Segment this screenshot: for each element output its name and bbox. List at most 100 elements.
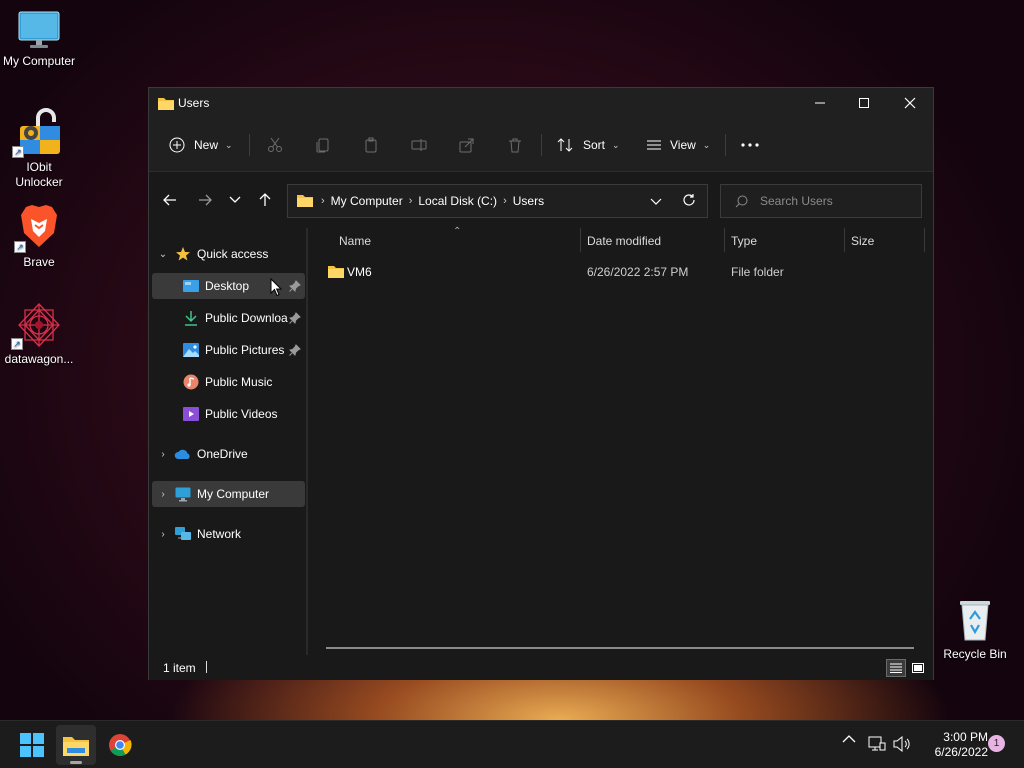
column-label: Name	[339, 234, 372, 248]
clock-date: 6/26/2022	[934, 745, 988, 759]
desktop-icon-label: IObit Unlocker	[15, 160, 63, 189]
navigation-bar: › My Computer › Local Disk (C:) › Users …	[149, 172, 933, 228]
address-history-dropdown[interactable]	[650, 195, 662, 209]
chevron-right-icon: ›	[408, 195, 413, 207]
search-box[interactable]: Search Users	[720, 184, 922, 218]
plus-circle-icon	[169, 137, 185, 153]
new-button[interactable]: New ⌄	[169, 131, 233, 159]
forward-button[interactable]	[193, 188, 217, 212]
breadcrumb-my-computer[interactable]: My Computer	[331, 194, 403, 208]
close-button[interactable]	[887, 88, 933, 118]
start-button[interactable]	[12, 725, 52, 765]
chevron-right-icon[interactable]: ›	[152, 489, 174, 500]
share-button[interactable]	[459, 131, 475, 159]
column-divider[interactable]	[844, 228, 845, 252]
mouse-cursor-icon	[270, 278, 282, 297]
datawagon-icon: ↗	[11, 302, 63, 350]
cloud-icon	[174, 446, 192, 462]
monitor-icon	[174, 486, 192, 502]
desktop-folder-icon	[182, 278, 200, 294]
chevron-up-icon	[842, 735, 856, 743]
details-view-button[interactable]	[886, 659, 906, 677]
column-header-date[interactable]: Date modified	[587, 228, 722, 254]
title-bar[interactable]: Users	[149, 88, 933, 118]
nav-label: My Computer	[197, 487, 270, 501]
desktop-icon-brave[interactable]: ↗ Brave	[1, 203, 77, 270]
pin-icon[interactable]	[288, 344, 301, 359]
breadcrumb-users[interactable]: Users	[513, 194, 544, 208]
desktop-icon-label: Brave	[23, 255, 55, 269]
show-hidden-icons-button[interactable]	[842, 735, 856, 743]
nav-item-public-pictures[interactable]: Public Pictures	[152, 337, 305, 363]
recycle-bin-icon	[955, 597, 995, 643]
column-divider[interactable]	[724, 228, 725, 252]
desktop-icon-my-computer[interactable]: My Computer	[1, 10, 77, 69]
minimize-button[interactable]	[797, 88, 843, 118]
desktop-icon-iobit-unlocker[interactable]: ↗ IObit Unlocker	[1, 108, 77, 190]
column-divider[interactable]	[924, 228, 925, 252]
clipboard-icon	[365, 137, 377, 153]
horizontal-scrollbar[interactable]	[326, 647, 914, 649]
music-icon	[182, 374, 200, 390]
clock-time: 3:00 PM	[943, 730, 988, 744]
tiles-view-button[interactable]	[908, 659, 928, 677]
nav-quick-access[interactable]: ⌄ Quick access	[152, 241, 305, 267]
nav-pane-divider[interactable]	[306, 228, 308, 655]
nav-item-public-downloads[interactable]: Public Downloa	[152, 305, 305, 331]
nav-item-desktop[interactable]: Desktop	[152, 273, 305, 299]
taskbar-file-explorer[interactable]	[56, 725, 96, 765]
nav-my-computer[interactable]: › My Computer	[152, 481, 305, 507]
chevron-right-icon: ›	[321, 195, 325, 207]
nav-label: Network	[197, 527, 242, 541]
breadcrumb-local-disk[interactable]: Local Disk (C:)	[418, 194, 497, 208]
pin-icon[interactable]	[288, 280, 301, 295]
notification-badge[interactable]: 1	[988, 735, 1005, 752]
windows-logo-icon	[20, 733, 44, 757]
column-divider[interactable]	[580, 228, 581, 252]
paste-button[interactable]	[363, 131, 379, 159]
view-button[interactable]: View ⌄	[646, 131, 710, 159]
nav-network[interactable]: › Network	[152, 521, 305, 547]
nav-item-public-music[interactable]: Public Music	[152, 369, 305, 395]
column-header-type[interactable]: Type	[731, 228, 841, 254]
chevron-down-icon	[229, 196, 241, 203]
recent-locations-button[interactable]	[223, 188, 247, 212]
view-label: View	[670, 138, 696, 152]
maximize-button[interactable]	[841, 88, 887, 118]
view-list-icon	[647, 140, 661, 150]
new-label: New	[194, 138, 219, 152]
pictures-icon	[182, 342, 200, 358]
nav-onedrive[interactable]: › OneDrive	[152, 441, 305, 467]
column-label: Size	[851, 234, 875, 248]
file-row[interactable]: VM6 6/26/2022 2:57 PM File folder	[325, 260, 925, 284]
chevron-right-icon[interactable]: ›	[152, 449, 174, 460]
active-indicator	[70, 761, 82, 764]
refresh-button[interactable]	[682, 193, 696, 210]
column-header-size[interactable]: Size	[851, 228, 921, 254]
nav-item-public-videos[interactable]: Public Videos	[152, 401, 305, 427]
wired-network-icon	[868, 736, 886, 751]
rename-button[interactable]	[411, 131, 427, 159]
copy-button[interactable]	[315, 131, 331, 159]
file-list: Name ⌃ Date modified Type Size VM6 6/26/…	[309, 226, 933, 655]
back-button[interactable]	[158, 188, 182, 212]
chevron-right-icon[interactable]: ›	[152, 529, 174, 540]
desktop-icon-recycle-bin[interactable]: Recycle Bin	[937, 597, 1013, 662]
tiles-view-icon	[912, 663, 924, 673]
sort-button[interactable]: Sort ⌄	[557, 131, 620, 159]
folder-icon	[158, 96, 174, 113]
taskbar-chrome[interactable]	[100, 725, 140, 765]
delete-button[interactable]	[507, 131, 523, 159]
volume-button[interactable]	[893, 736, 911, 752]
cut-button[interactable]	[267, 131, 283, 159]
more-options-button[interactable]	[741, 131, 759, 159]
pin-icon[interactable]	[288, 312, 301, 327]
chevron-down-icon: ⌄	[158, 248, 168, 260]
chevron-down-icon	[650, 198, 662, 205]
network-status-button[interactable]	[868, 736, 886, 752]
desktop-icon-datawagon[interactable]: ↗ datawagon...	[1, 302, 77, 367]
system-clock[interactable]: 3:00 PM 6/26/2022	[918, 730, 988, 760]
address-bar[interactable]: › My Computer › Local Disk (C:) › Users	[287, 184, 708, 218]
up-button[interactable]	[253, 188, 277, 212]
sort-label: Sort	[583, 138, 606, 152]
